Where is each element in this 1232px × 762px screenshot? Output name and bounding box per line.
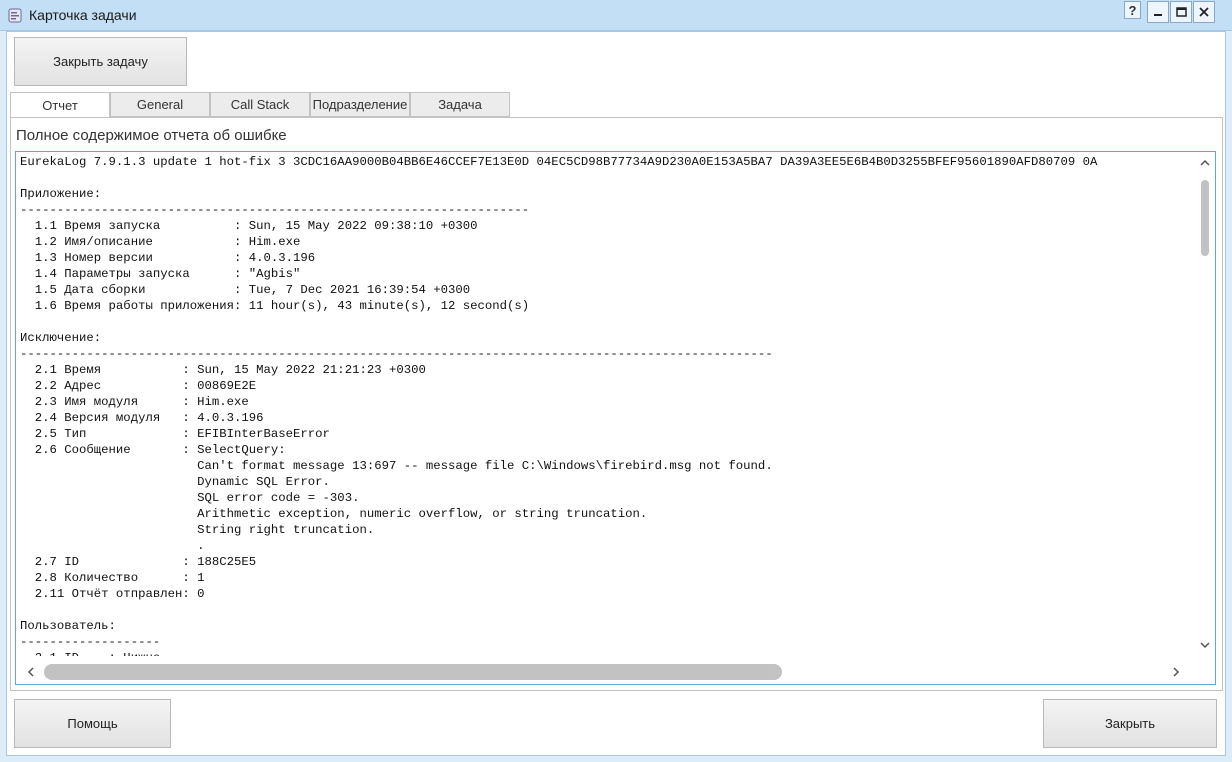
report-line: ----------------------------------------… — [20, 347, 773, 361]
minimize-icon — [1154, 14, 1162, 16]
tab-department[interactable]: Подразделение — [310, 92, 410, 117]
scroll-right-icon[interactable] — [1171, 667, 1181, 677]
report-line: 2.8 Количество : 1 — [20, 571, 205, 585]
report-line: String right truncation. — [20, 523, 375, 537]
report-line — [20, 602, 1190, 618]
minimize-button[interactable] — [1147, 1, 1169, 23]
report-line: 2.5 Тип : EFIBInterBaseError — [20, 427, 330, 441]
vertical-scrollbar[interactable] — [1194, 152, 1215, 658]
report-line: 2.11 Отчёт отправлен: 0 — [20, 587, 205, 601]
report-line: SQL error code = -303. — [20, 491, 360, 505]
report-line: 1.1 Время запуска : Sun, 15 May 2022 09:… — [20, 219, 478, 233]
close-label: Закрыть — [1104, 716, 1156, 731]
report-line: ------------------- — [20, 635, 161, 649]
vertical-scroll-thumb[interactable] — [1201, 180, 1209, 256]
close-button[interactable]: Закрыть — [1043, 699, 1217, 748]
title-bar: Карточка задачи ? — [0, 0, 1232, 31]
report-line: 1.2 Имя/описание : Him.exe — [20, 235, 301, 249]
report-line: 1.3 Номер версии : 4.0.3.196 — [20, 251, 316, 265]
report-line: 2.6 Сообщение : SelectQuery: — [20, 443, 286, 457]
report-line: 1.5 Дата сборки : Tue, 7 Dec 2021 16:39:… — [20, 283, 471, 297]
tab-general[interactable]: General — [110, 92, 210, 117]
horizontal-scroll-thumb[interactable] — [44, 664, 782, 680]
report-line: EurekaLog 7.9.1.3 update 1 hot-fix 3 3CD… — [20, 155, 1098, 169]
report-line: Приложение: — [20, 187, 102, 201]
close-icon — [1199, 7, 1209, 17]
app-icon — [8, 8, 22, 23]
window-title: Карточка задачи — [29, 7, 137, 23]
maximize-button[interactable] — [1170, 1, 1192, 23]
report-line: 2.7 ID : 188C25E5 — [20, 555, 257, 569]
report-caption: Полное содержимое отчета об ошибке — [16, 127, 287, 144]
report-line: . — [20, 539, 205, 553]
report-line: 2.1 Время : Sun, 15 May 2022 21:21:23 +0… — [20, 363, 426, 377]
report-line: Arithmetic exception, numeric overflow, … — [20, 507, 648, 521]
tab-label: General — [136, 97, 184, 112]
report-line: 2.4 Версия модуля : 4.0.3.196 — [20, 411, 264, 425]
report-line — [20, 170, 1190, 186]
report-line: Исключение: — [20, 331, 102, 345]
maximize-icon — [1175, 7, 1187, 17]
help-button[interactable]: ? — [1124, 1, 1141, 19]
tab-label: Call Stack — [230, 97, 290, 112]
close-task-button[interactable]: Закрыть задачу — [14, 37, 187, 86]
tab-label: Отчет — [42, 97, 78, 113]
tab-report[interactable]: Отчет — [10, 92, 110, 118]
scroll-left-icon[interactable] — [26, 667, 36, 677]
help-label: Помощь — [67, 716, 118, 731]
close-task-label: Закрыть задачу — [53, 54, 148, 69]
report-text-area[interactable]: EurekaLog 7.9.1.3 update 1 hot-fix 3 3CD… — [15, 151, 1216, 685]
report-line: Dynamic SQL Error. — [20, 475, 330, 489]
report-line: Can't format message 13:697 -- message f… — [20, 459, 773, 473]
close-window-button[interactable] — [1193, 1, 1215, 23]
report-line: ----------------------------------------… — [20, 203, 530, 217]
horizontal-scrollbar[interactable] — [16, 660, 1215, 684]
tab-call-stack[interactable]: Call Stack — [210, 92, 310, 117]
scroll-down-icon[interactable] — [1200, 640, 1210, 650]
report-line: 1.4 Параметры запуска : "Agbis" — [20, 267, 301, 281]
report-line: Пользователь: — [20, 619, 116, 633]
scroll-up-icon[interactable] — [1200, 158, 1210, 168]
tab-task[interactable]: Задача — [410, 92, 510, 117]
report-line: 2.3 Имя модуля : Him.exe — [20, 395, 249, 409]
tab-label: Подразделение — [312, 97, 408, 112]
help-icon: ? — [1128, 2, 1137, 18]
report-line: 1.6 Время работы приложения: 11 hour(s),… — [20, 299, 530, 313]
report-text[interactable]: EurekaLog 7.9.1.3 update 1 hot-fix 3 3CD… — [20, 154, 1190, 656]
report-line: 3.1 ID : Нижне — [20, 650, 1190, 656]
report-line — [20, 314, 1190, 330]
report-line: 2.2 Адрес : 00869E2E — [20, 379, 257, 393]
help-button-footer[interactable]: Помощь — [14, 699, 171, 748]
tab-label: Задача — [438, 97, 482, 112]
